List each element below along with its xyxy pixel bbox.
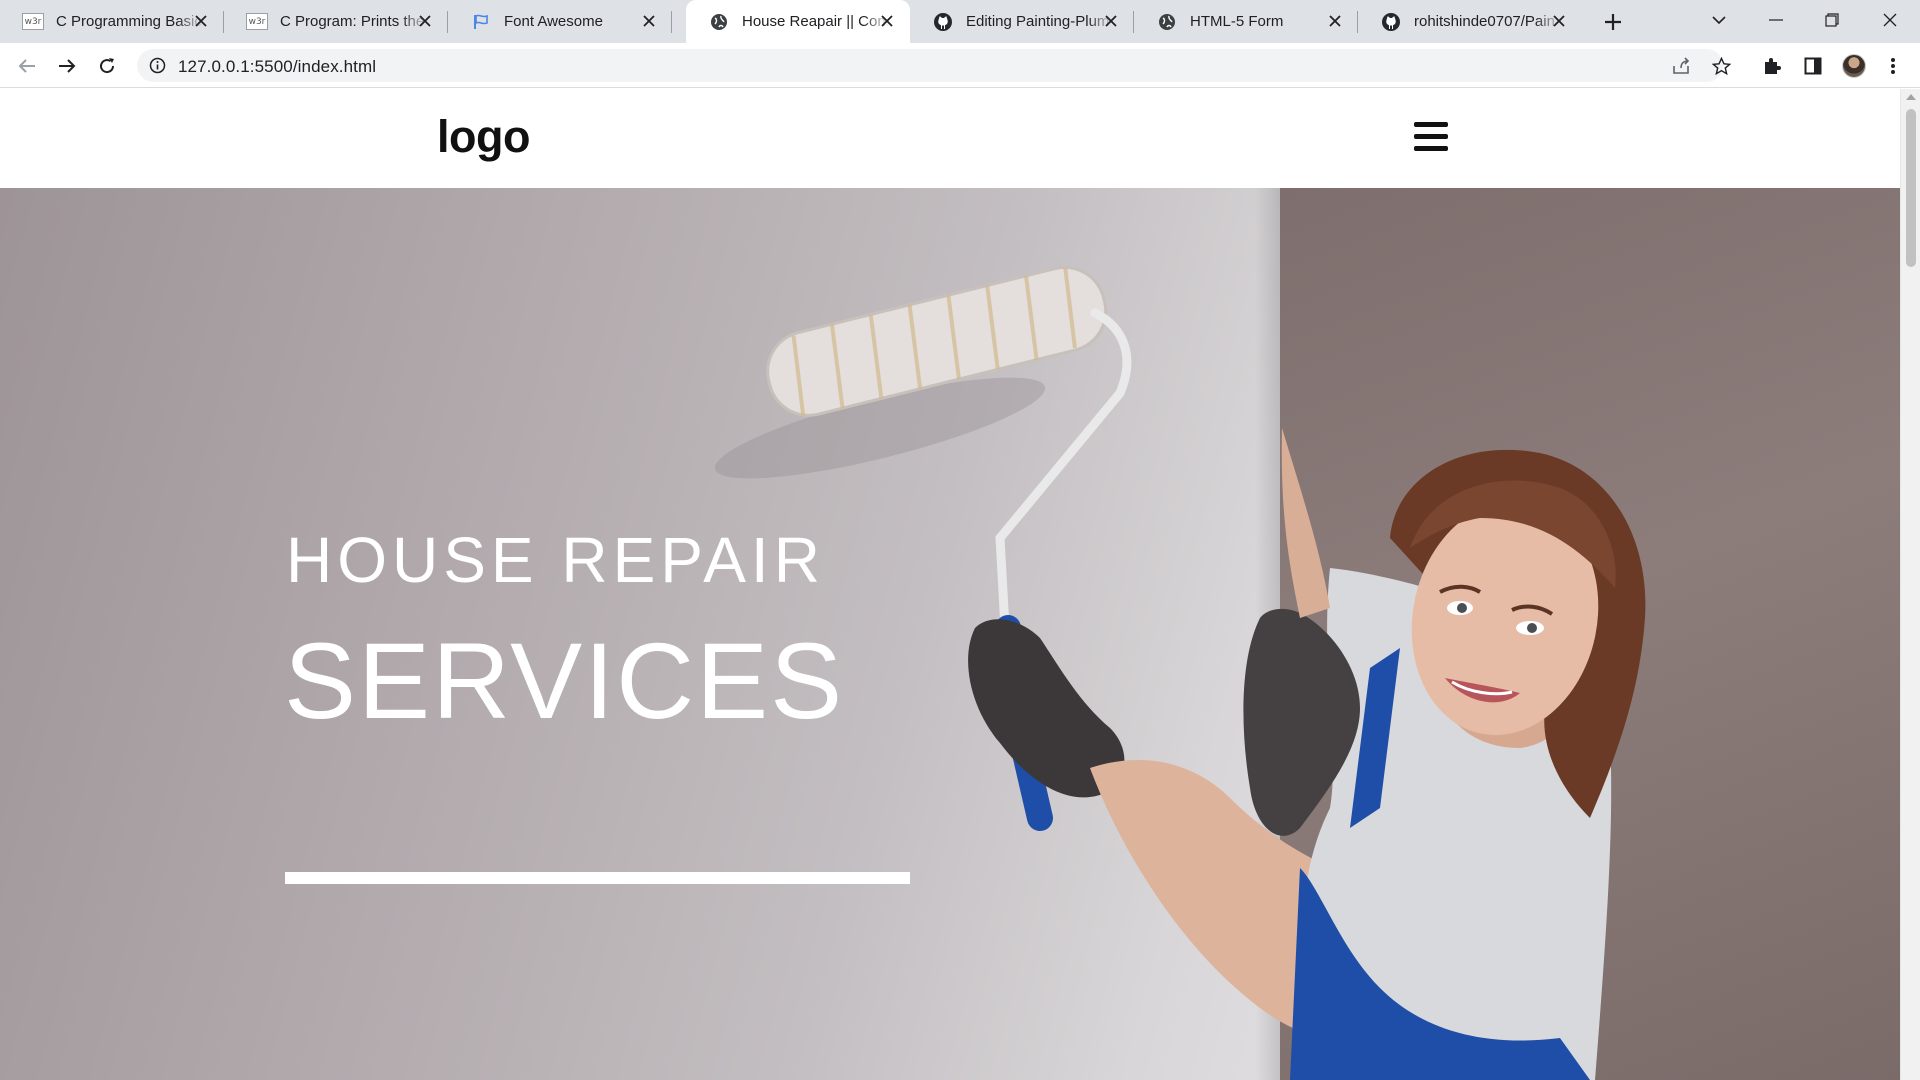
globe-icon (708, 11, 730, 33)
kebab-menu-icon (1891, 58, 1895, 74)
arrow-left-icon (18, 59, 35, 73)
site-header: logo (0, 89, 1900, 188)
hero-subtitle: HOUSE REPAIR (286, 524, 825, 596)
tab-title: rohitshinde0707/Pain (1414, 13, 1555, 30)
hero-divider (285, 872, 910, 884)
profile-avatar[interactable] (1842, 54, 1866, 78)
minimize-icon (1769, 19, 1783, 21)
close-tab-icon[interactable] (416, 12, 434, 30)
github-icon (1380, 11, 1402, 33)
browser-tab[interactable]: Editing Painting-Plum (910, 0, 1134, 43)
close-tab-icon[interactable] (878, 12, 896, 30)
browser-tab[interactable]: w3r C Program: Prints the (224, 0, 448, 43)
tab-title: HTML-5 Form (1190, 13, 1284, 30)
side-panel-icon (1804, 57, 1822, 75)
tab-search-button[interactable] (1691, 0, 1747, 40)
reload-button[interactable] (92, 51, 122, 81)
tab-title: Editing Painting-Plum (966, 13, 1110, 30)
hero-title: SERVICES (284, 620, 845, 741)
browser-tab[interactable]: rohitshinde0707/Pain (1358, 0, 1582, 43)
close-tab-icon[interactable] (1102, 12, 1120, 30)
tab-separator (671, 11, 672, 33)
restore-icon (1825, 13, 1839, 27)
forward-button[interactable] (52, 51, 82, 81)
extensions-button[interactable] (1760, 54, 1784, 78)
scroll-up-arrow-icon[interactable] (1906, 94, 1916, 100)
browser-tab[interactable]: w3r C Programming Basic (0, 0, 224, 43)
tab-title: C Program: Prints the (280, 13, 425, 30)
tab-title: C Programming Basic (56, 13, 202, 30)
back-button[interactable] (12, 51, 42, 81)
page-scrollbar[interactable] (1900, 89, 1920, 1080)
arrow-right-icon (59, 59, 76, 73)
browser-tab[interactable]: Font Awesome (448, 0, 672, 43)
address-bar[interactable]: 127.0.0.1:5500/index.html (137, 49, 1731, 82)
close-tab-icon[interactable] (640, 12, 658, 30)
share-icon (1673, 57, 1690, 74)
github-icon (932, 11, 954, 33)
close-icon (1883, 13, 1897, 27)
site-logo[interactable]: logo (437, 111, 530, 163)
browser-tab[interactable]: HTML-5 Form (1134, 0, 1358, 43)
info-icon[interactable] (149, 57, 166, 74)
page-viewport: logo HOUSE REPAIR SERVICES (0, 89, 1900, 1080)
url-text[interactable]: 127.0.0.1:5500/index.html (178, 57, 376, 77)
scrollbar-thumb[interactable] (1906, 109, 1916, 267)
w3schools-icon: w3r (22, 11, 44, 33)
flag-icon (470, 11, 492, 33)
reload-icon (100, 58, 115, 74)
side-panel-button[interactable] (1801, 54, 1825, 78)
tab-title: Font Awesome (504, 13, 603, 30)
restore-button[interactable] (1804, 0, 1860, 40)
close-window-button[interactable] (1862, 0, 1918, 40)
close-tab-icon[interactable] (192, 12, 210, 30)
bookmark-star-button[interactable] (1710, 55, 1732, 77)
plus-icon (1605, 14, 1621, 30)
star-icon (1711, 56, 1731, 75)
share-button[interactable] (1670, 55, 1692, 77)
globe-icon (1156, 11, 1178, 33)
hero-section: HOUSE REPAIR SERVICES (0, 188, 1900, 1080)
browser-menu-button[interactable] (1881, 54, 1905, 78)
browser-tab-active[interactable]: House Reapair || Cons (686, 0, 910, 43)
chevron-down-icon (1712, 16, 1726, 25)
minimize-button[interactable] (1748, 0, 1804, 40)
puzzle-icon (1765, 58, 1781, 74)
w3schools-icon: w3r (246, 11, 268, 33)
browser-toolbar: 127.0.0.1:5500/index.html (0, 43, 1920, 88)
hamburger-menu-icon[interactable] (1414, 122, 1448, 152)
tab-title: House Reapair || Cons (742, 13, 890, 30)
new-tab-button[interactable] (1599, 8, 1627, 36)
close-tab-icon[interactable] (1550, 12, 1568, 30)
browser-tab-strip: w3r C Programming Basic w3r C Program: P… (0, 0, 1920, 43)
close-tab-icon[interactable] (1326, 12, 1344, 30)
